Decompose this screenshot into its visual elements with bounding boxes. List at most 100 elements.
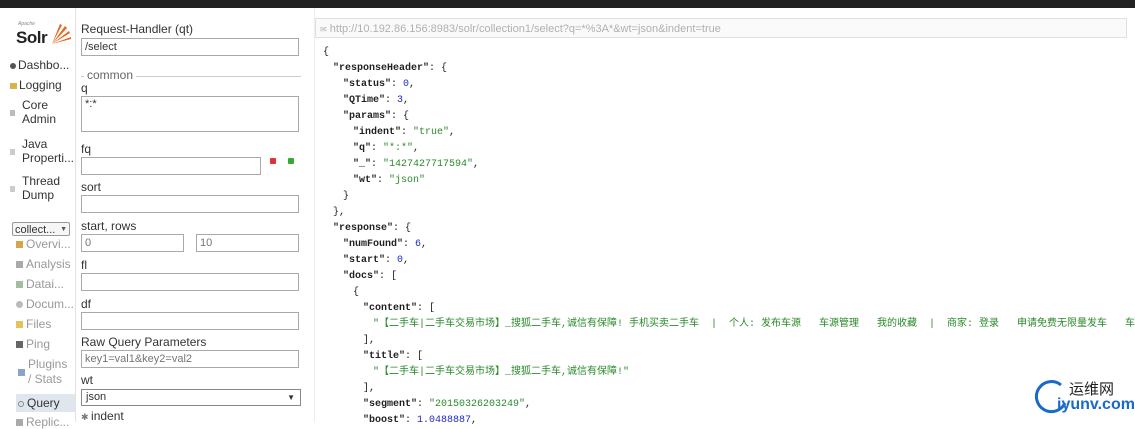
fl-label: fl: [81, 258, 87, 272]
sort-input[interactable]: [81, 195, 299, 213]
json-punct: {: [353, 287, 360, 298]
json-punct: }: [343, 191, 350, 202]
request-url-link[interactable]: ✉ http://10.192.86.156:8983/solr/collect…: [315, 18, 1127, 38]
json-value: "【二手车|二手车交易市场】_搜狐二手车,诚信有保障! 手机买卖二手车 | 个人…: [373, 319, 1135, 330]
json-key: "boost": [363, 415, 406, 426]
core-selector-value: collect...: [15, 224, 56, 236]
fq-input[interactable]: [81, 157, 261, 175]
core-item-plugins-stats[interactable]: Plugins / Stats: [16, 357, 74, 387]
json-line: "status": 0,: [343, 78, 415, 92]
json-key: "content": [363, 303, 418, 314]
json-punct: : {: [429, 63, 448, 74]
df-input[interactable]: [81, 312, 299, 330]
core-item-label: Files: [26, 317, 52, 331]
core-item-documents[interactable]: Docum...: [16, 297, 74, 311]
q-textarea[interactable]: *:*: [81, 96, 299, 132]
json-line: "responseHeader": {: [333, 62, 447, 76]
home-icon: [16, 241, 23, 249]
core-item-dataimport[interactable]: Datai...: [16, 277, 74, 291]
core-item-query[interactable]: Query: [16, 394, 75, 412]
qt-input[interactable]: [81, 38, 299, 56]
core-item-ping[interactable]: Ping: [16, 337, 74, 351]
raw-query-input[interactable]: [81, 350, 299, 368]
df-label: df: [81, 297, 92, 311]
json-line: },: [333, 206, 345, 220]
json-value: 1.0488887: [417, 415, 472, 426]
json-punct: :: [401, 127, 414, 138]
core-item-label: Datai...: [26, 277, 65, 291]
json-punct: :: [385, 95, 398, 106]
watermark-line2: iyunv.com: [1057, 396, 1135, 413]
sidebar-item-dashboard[interactable]: Dashbo...: [10, 58, 74, 72]
core-item-analysis[interactable]: Analysis: [16, 257, 74, 271]
remove-fq-button[interactable]: [270, 158, 276, 164]
json-key: "responseHeader": [333, 63, 430, 74]
json-key: "segment": [363, 399, 418, 410]
add-fq-button[interactable]: [288, 158, 294, 164]
json-line: "docs": [: [343, 270, 397, 284]
json-punct: {: [323, 47, 330, 58]
wt-select[interactable]: json ▼: [81, 389, 301, 406]
sidebar-item-java-properties[interactable]: Java Properti...: [10, 137, 74, 165]
json-key: "status": [343, 79, 392, 90]
start-rows-label: start, rows: [81, 219, 137, 233]
json-key: "response": [333, 223, 394, 234]
json-value: "true": [413, 127, 450, 138]
json-punct: :: [377, 175, 390, 186]
core-item-label: Ping: [26, 337, 51, 351]
core-item-label: Analysis: [26, 257, 71, 271]
java-icon: [10, 149, 15, 155]
json-key: "wt": [353, 175, 378, 186]
json-line: "title": [: [363, 350, 423, 364]
solr-logo[interactable]: Apache Solr: [14, 20, 72, 56]
sidebar-item-logging[interactable]: Logging: [10, 78, 74, 92]
json-punct: ],: [363, 383, 376, 394]
json-punct: :: [371, 159, 384, 170]
json-line: "segment": "20150326203249",: [363, 398, 531, 412]
json-line: "QTime": 3,: [343, 94, 409, 108]
qt-label: Request-Handler (qt): [81, 22, 194, 36]
json-punct: ,: [471, 415, 478, 426]
core-item-files[interactable]: Files: [16, 317, 74, 331]
json-punct: :: [417, 399, 430, 410]
json-punct: :: [371, 143, 384, 154]
json-punct: :: [391, 79, 404, 90]
checkbox-icon: ✱: [81, 412, 92, 422]
json-line: "wt": "json": [353, 174, 425, 188]
json-punct: },: [333, 207, 346, 218]
start-input[interactable]: [81, 234, 184, 252]
json-line: "params": {: [343, 110, 409, 124]
sidebar-item-label: Logging: [19, 78, 62, 92]
sidebar-item-label: Dashbo...: [18, 58, 70, 72]
json-punct: : {: [393, 223, 412, 234]
folder-icon: [16, 321, 23, 329]
fl-input[interactable]: [81, 273, 299, 291]
sidebar-item-label: Dump: [22, 188, 55, 202]
plugins-icon: [18, 369, 25, 376]
common-legend: common: [84, 68, 137, 82]
indent-option[interactable]: ✱ indent: [81, 409, 124, 423]
json-line: "content": [: [363, 302, 435, 316]
json-key: "numFound": [343, 239, 404, 250]
core-item-overview[interactable]: Overvi...: [16, 237, 74, 251]
dataimport-icon: [16, 281, 23, 289]
json-line: "【二手车|二手车交易市场】_搜狐二手车,诚信有保障! 手机买卖二手车 | 个人…: [373, 318, 1135, 332]
core-item-replication[interactable]: Replic...: [16, 415, 74, 429]
json-value: "【二手车|二手车交易市场】_搜狐二手车,诚信有保障!": [373, 367, 630, 378]
watermark: 运维网 iyunv.com: [1031, 375, 1135, 420]
rows-input[interactable]: [196, 234, 299, 252]
thread-dump-icon: [10, 186, 15, 192]
core-selector[interactable]: collect... ▼: [12, 222, 70, 236]
logging-icon: [10, 82, 17, 89]
q-label: q: [81, 81, 88, 95]
sidebar-item-label: Java: [22, 137, 48, 151]
core-item-label: Overvi...: [26, 237, 71, 251]
sidebar-item-core-admin[interactable]: Core Admin: [10, 98, 74, 126]
request-url-text: http://10.192.86.156:8983/solr/collectio…: [329, 23, 721, 35]
sidebar: Apache Solr Dashbo... Logging Core Admin…: [0, 8, 76, 429]
sidebar-item-thread-dump[interactable]: Thread Dump: [10, 174, 74, 202]
analysis-icon: [16, 261, 23, 269]
json-line: {: [323, 46, 329, 60]
json-punct: ,: [403, 95, 410, 106]
json-line: "_": "1427427717594",: [353, 158, 479, 172]
